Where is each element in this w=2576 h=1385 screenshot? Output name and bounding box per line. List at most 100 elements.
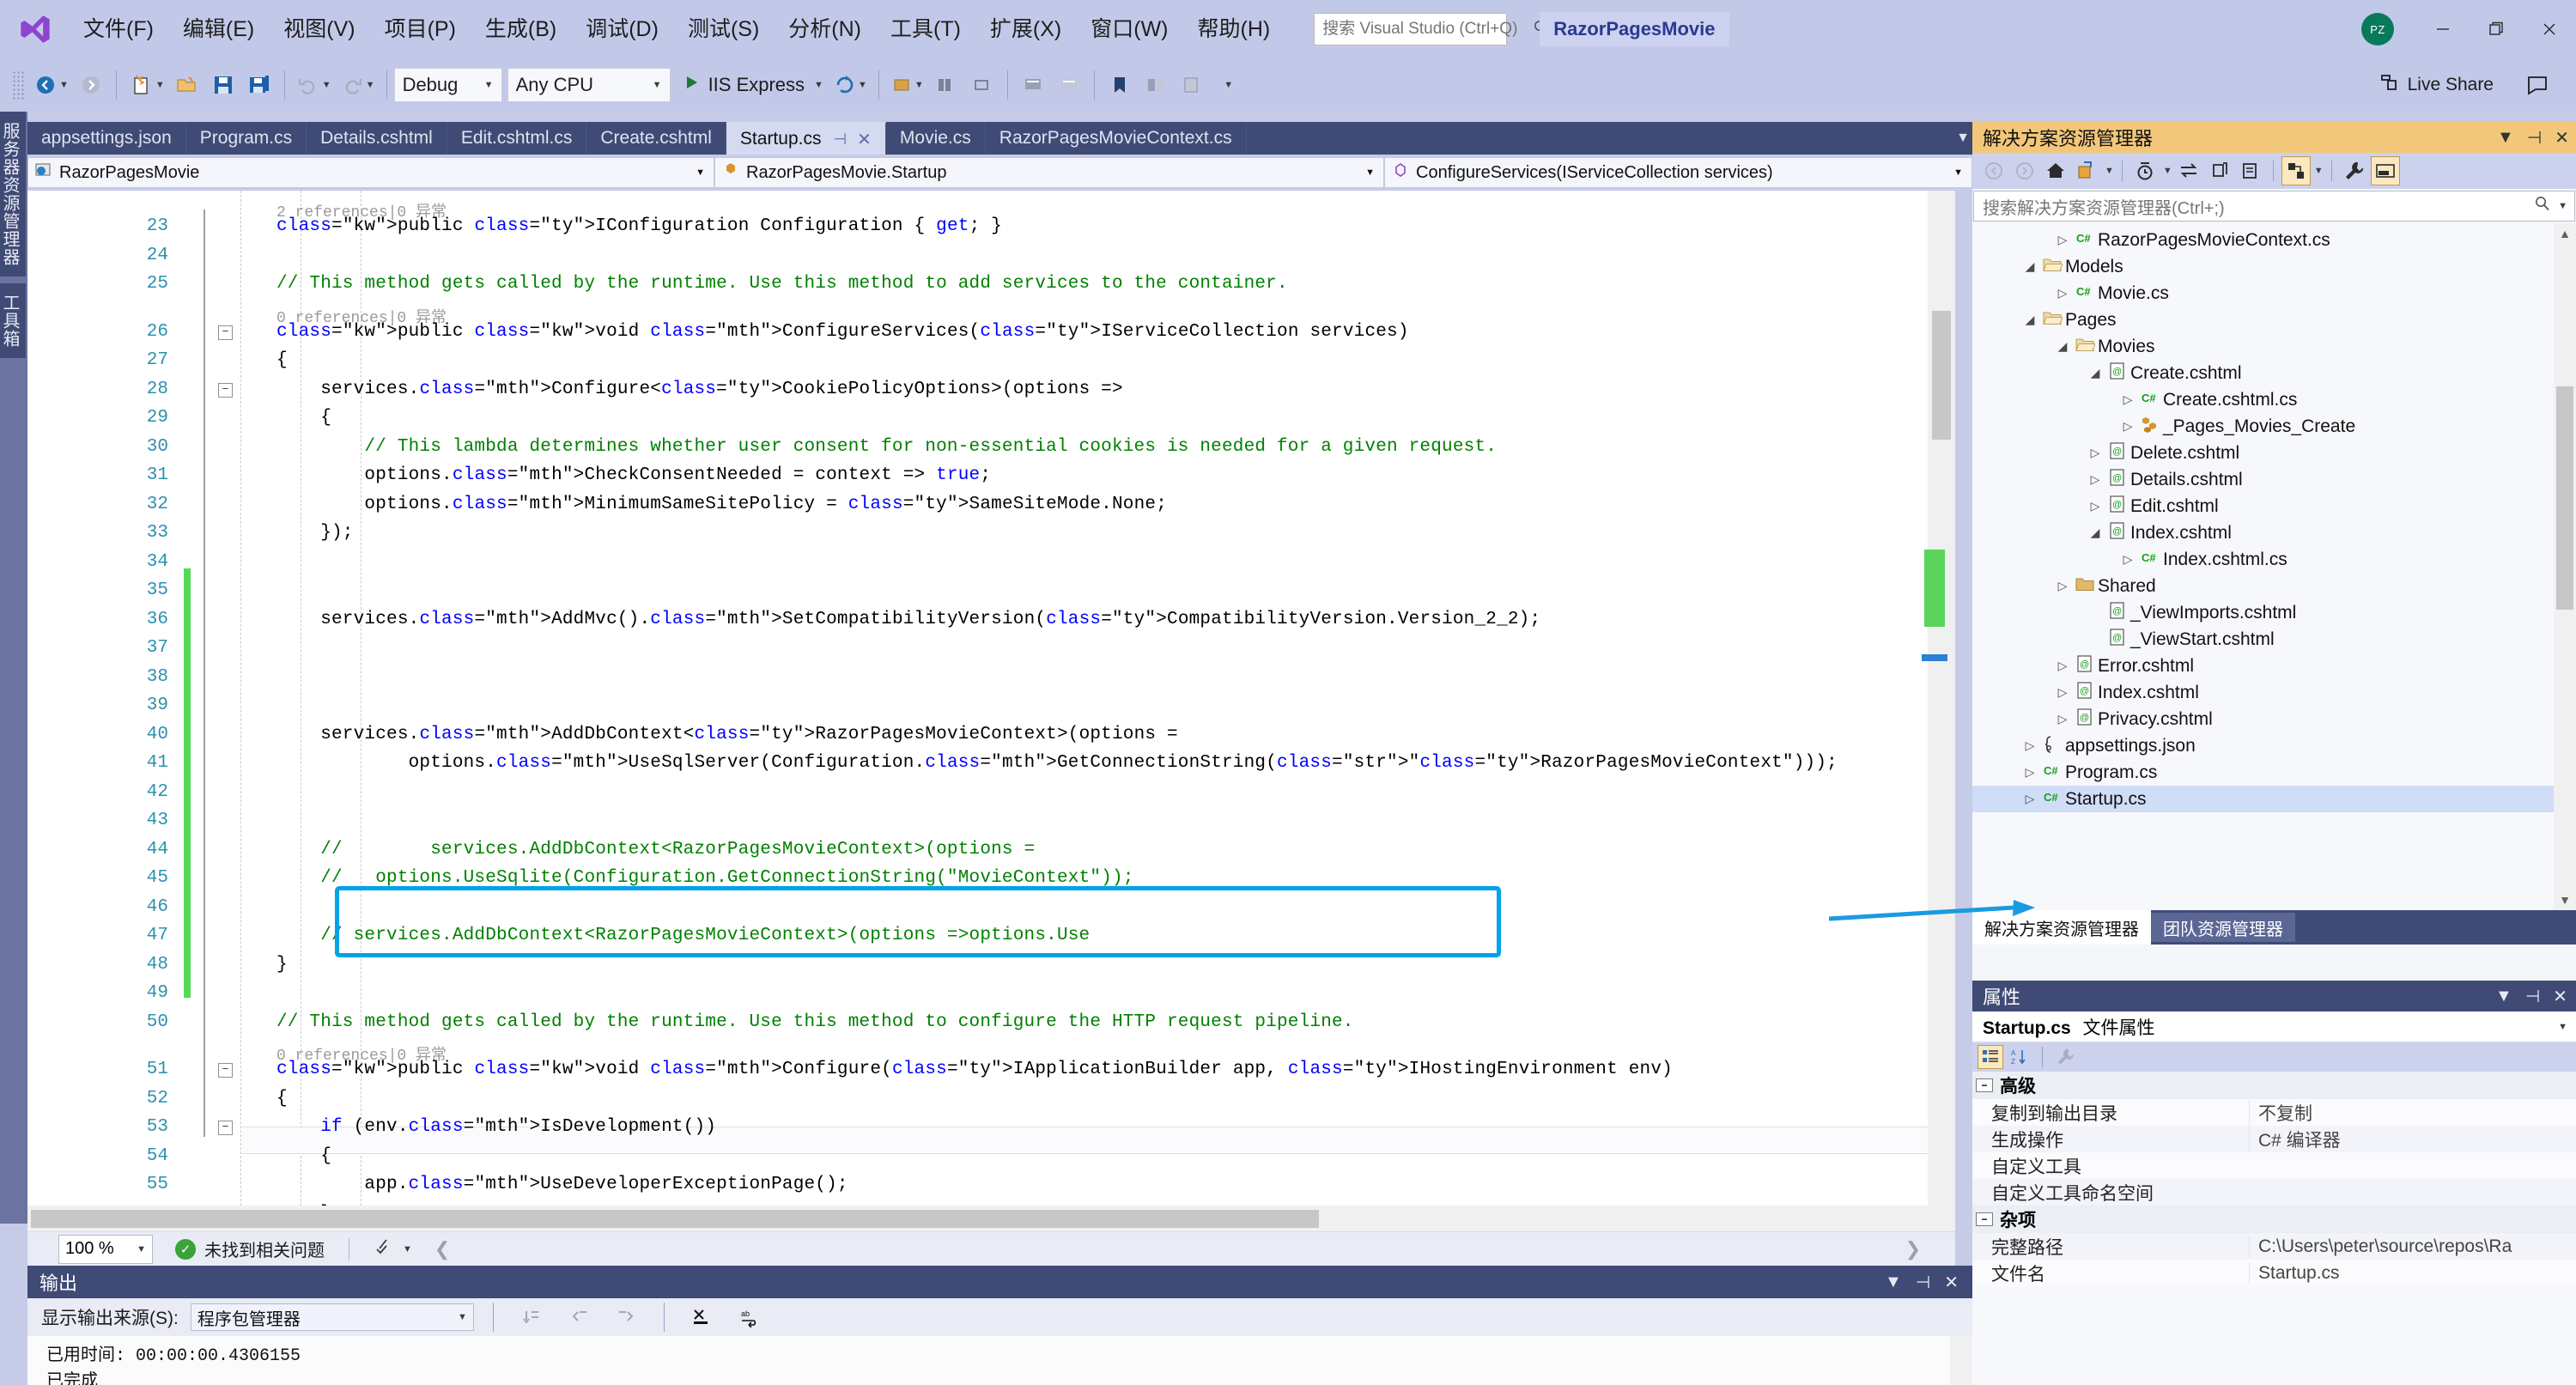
collapsed-arrow-icon[interactable]: ▷ bbox=[2086, 446, 2105, 460]
tree-node[interactable]: ▷C#RazorPagesMovieContext.cs bbox=[1972, 227, 2576, 253]
dock-tab-server-explorer[interactable]: 服务器资源管理器 bbox=[0, 112, 26, 276]
properties-object-selector[interactable]: Startup.cs 文件属性 ▼ bbox=[1972, 1011, 2576, 1042]
chevron-down-icon[interactable]: ▼ bbox=[814, 80, 823, 90]
code-line[interactable]: 42 bbox=[27, 779, 1955, 806]
editor-vertical-scrollbar[interactable] bbox=[1928, 191, 1955, 1231]
property-category[interactable]: −高级 bbox=[1972, 1072, 2576, 1099]
code-line[interactable]: 26−class="kw">public class="kw">void cla… bbox=[27, 319, 1955, 346]
tree-node[interactable]: ▷C#Create.cshtml.cs bbox=[1972, 386, 2576, 413]
tree-node[interactable]: ▷Shared bbox=[1972, 573, 2576, 599]
code-line[interactable]: 54 { bbox=[27, 1143, 1955, 1170]
tree-node[interactable]: ▷@Edit.cshtml bbox=[1972, 493, 2576, 519]
comment-button[interactable] bbox=[1015, 67, 1051, 103]
toggle-word-wrap-button[interactable]: ab bbox=[732, 1299, 768, 1335]
code-line[interactable]: 33 }); bbox=[27, 519, 1955, 547]
menu-edit[interactable]: 编辑(E) bbox=[168, 0, 269, 58]
expanded-arrow-icon[interactable]: ◢ bbox=[2020, 313, 2039, 327]
solution-explorer-search[interactable]: 搜索解决方案资源管理器(Ctrl+;) ▼ bbox=[1973, 191, 2575, 222]
chevron-down-icon[interactable]: ▼ bbox=[2105, 166, 2114, 176]
menu-debug[interactable]: 调试(D) bbox=[571, 0, 673, 58]
collapsed-arrow-icon[interactable]: ▷ bbox=[2118, 392, 2137, 407]
pin-icon[interactable]: ⊣ bbox=[2525, 986, 2540, 1007]
panel-menu-icon[interactable]: ▼ bbox=[2495, 987, 2512, 1006]
solution-explorer-scrollbar[interactable]: ▲ ▼ bbox=[2554, 223, 2576, 910]
tree-node[interactable]: ▷C#Program.cs bbox=[1972, 759, 2576, 786]
collapse-category-icon[interactable]: − bbox=[1976, 1212, 1993, 1226]
tab-edit-cshtml-cs[interactable]: Edit.cshtml.cs bbox=[447, 122, 587, 155]
menu-view[interactable]: 视图(V) bbox=[269, 0, 369, 58]
code-line[interactable]: 46 bbox=[27, 894, 1955, 921]
code-line[interactable]: 32 options.class="mth">MinimumSameSitePo… bbox=[27, 491, 1955, 519]
fold-toggle-icon[interactable]: − bbox=[218, 1063, 233, 1078]
tree-node[interactable]: ◢@Index.cshtml bbox=[1972, 519, 2576, 546]
toolbar-grip[interactable] bbox=[12, 70, 24, 100]
property-row[interactable]: 文件名Startup.cs bbox=[1972, 1260, 2576, 1286]
tree-node[interactable]: ▷@Index.cshtml bbox=[1972, 679, 2576, 706]
collapsed-arrow-icon[interactable]: ▷ bbox=[2053, 659, 2072, 673]
menu-window[interactable]: 窗口(W) bbox=[1076, 0, 1182, 58]
tree-node[interactable]: ▷C#Movie.cs bbox=[1972, 280, 2576, 307]
scrollbar-thumb[interactable] bbox=[1932, 311, 1951, 440]
tab-startup-cs[interactable]: Startup.cs ⊣ ✕ bbox=[726, 122, 886, 155]
preview-selected-items-icon[interactable] bbox=[2371, 156, 2400, 185]
close-icon[interactable]: ✕ bbox=[1944, 1272, 1959, 1293]
open-file-button[interactable] bbox=[169, 67, 205, 103]
fold-toggle-icon[interactable]: − bbox=[218, 383, 233, 398]
bookmark-button[interactable] bbox=[1102, 67, 1138, 103]
code-line[interactable]: 55 app.class="mth">UseDeveloperException… bbox=[27, 1171, 1955, 1199]
toggle-outline-button[interactable] bbox=[1138, 67, 1174, 103]
navbar-project-dropdown[interactable]: RazorPagesMovie ▼ bbox=[27, 157, 714, 188]
tree-node[interactable]: ▷C#Startup.cs bbox=[1972, 786, 2576, 812]
pin-icon[interactable]: ⊣ bbox=[2527, 127, 2542, 149]
property-row[interactable]: 生成操作C# 编译器 bbox=[1972, 1126, 2576, 1152]
tree-node[interactable]: ◢@Create.cshtml bbox=[1972, 360, 2576, 386]
tree-node[interactable]: ▷@Details.cshtml bbox=[1972, 466, 2576, 493]
scrollbar-thumb[interactable] bbox=[2556, 386, 2573, 610]
output-source-combo[interactable]: 程序包管理器 ▼ bbox=[191, 1303, 474, 1331]
categorized-view-icon[interactable] bbox=[1978, 1045, 2003, 1069]
editor-horizontal-scrollbar[interactable] bbox=[27, 1206, 1955, 1231]
menu-extensions[interactable]: 扩展(X) bbox=[975, 0, 1076, 58]
collapse-category-icon[interactable]: − bbox=[1976, 1078, 1993, 1092]
code-line[interactable]: 34 bbox=[27, 549, 1955, 576]
tab-razorpagesmoviecontext-cs[interactable]: RazorPagesMovieContext.cs bbox=[986, 122, 1247, 155]
tree-node[interactable]: ▷@Privacy.cshtml bbox=[1972, 706, 2576, 732]
hot-reload-button[interactable]: ▼ bbox=[829, 67, 872, 103]
fold-toggle-icon[interactable]: − bbox=[218, 1121, 233, 1135]
refresh-icon[interactable] bbox=[2205, 156, 2234, 185]
tree-node[interactable]: ◢Movies bbox=[1972, 333, 2576, 360]
collapsed-arrow-icon[interactable]: ▷ bbox=[2020, 738, 2039, 753]
tree-node[interactable]: ▷C#Index.cshtml.cs bbox=[1972, 546, 2576, 573]
code-line[interactable]: 24 bbox=[27, 242, 1955, 270]
zoom-level-combo[interactable]: 100 % ▼ bbox=[58, 1235, 153, 1264]
feedback-button[interactable] bbox=[2519, 67, 2555, 103]
menu-help[interactable]: 帮助(H) bbox=[1183, 0, 1285, 58]
property-value[interactable]: C:\Users\peter\source\repos\Ra bbox=[2249, 1236, 2576, 1257]
close-button[interactable] bbox=[2523, 0, 2576, 58]
code-line[interactable]: 28− services.class="mth">Configure<class… bbox=[27, 376, 1955, 404]
property-row[interactable]: 复制到输出目录不复制 bbox=[1972, 1099, 2576, 1126]
code-line[interactable]: 44 // services.AddDbContext<RazorPagesMo… bbox=[27, 836, 1955, 864]
tab-overflow-button[interactable]: ▼ bbox=[1953, 122, 1972, 155]
tree-node[interactable]: ▷_Pages_Movies_Create bbox=[1972, 413, 2576, 440]
code-line[interactable]: 48} bbox=[27, 951, 1955, 979]
solution-explorer-tree[interactable]: ▷C#RazorPagesMovieContext.cs◢Models▷C#Mo… bbox=[1972, 223, 2576, 910]
scroll-up-arrow-icon[interactable]: ▲ bbox=[2554, 223, 2576, 244]
tab-create-cshtml[interactable]: Create.cshtml bbox=[586, 122, 726, 155]
tab-appsettings-json[interactable]: appsettings.json bbox=[27, 122, 186, 155]
code-line[interactable]: 52{ bbox=[27, 1085, 1955, 1113]
start-debugging-button[interactable]: IIS Express ▼ bbox=[676, 67, 829, 103]
code-line[interactable]: 38 bbox=[27, 664, 1955, 691]
collapse-all-icon[interactable] bbox=[2236, 156, 2265, 185]
expanded-arrow-icon[interactable]: ◢ bbox=[2086, 366, 2105, 380]
output-vertical-scrollbar[interactable] bbox=[1950, 1336, 1972, 1385]
tab-movie-cs[interactable]: Movie.cs bbox=[886, 122, 986, 155]
output-dropdown-icon[interactable]: ▼ bbox=[1885, 1273, 1902, 1292]
navbar-type-dropdown[interactable]: RazorPagesMovie.Startup ▼ bbox=[714, 157, 1384, 188]
property-value[interactable]: 不复制 bbox=[2249, 1100, 2576, 1126]
code-line[interactable]: 40 services.class="mth">AddDbContext<cla… bbox=[27, 721, 1955, 749]
code-line[interactable]: 50// This method gets called by the runt… bbox=[27, 1009, 1955, 1036]
previous-message-button[interactable] bbox=[561, 1299, 597, 1335]
show-all-files-icon[interactable] bbox=[2281, 156, 2311, 185]
toolbar-overflow-button[interactable]: ▼ bbox=[1210, 67, 1246, 103]
